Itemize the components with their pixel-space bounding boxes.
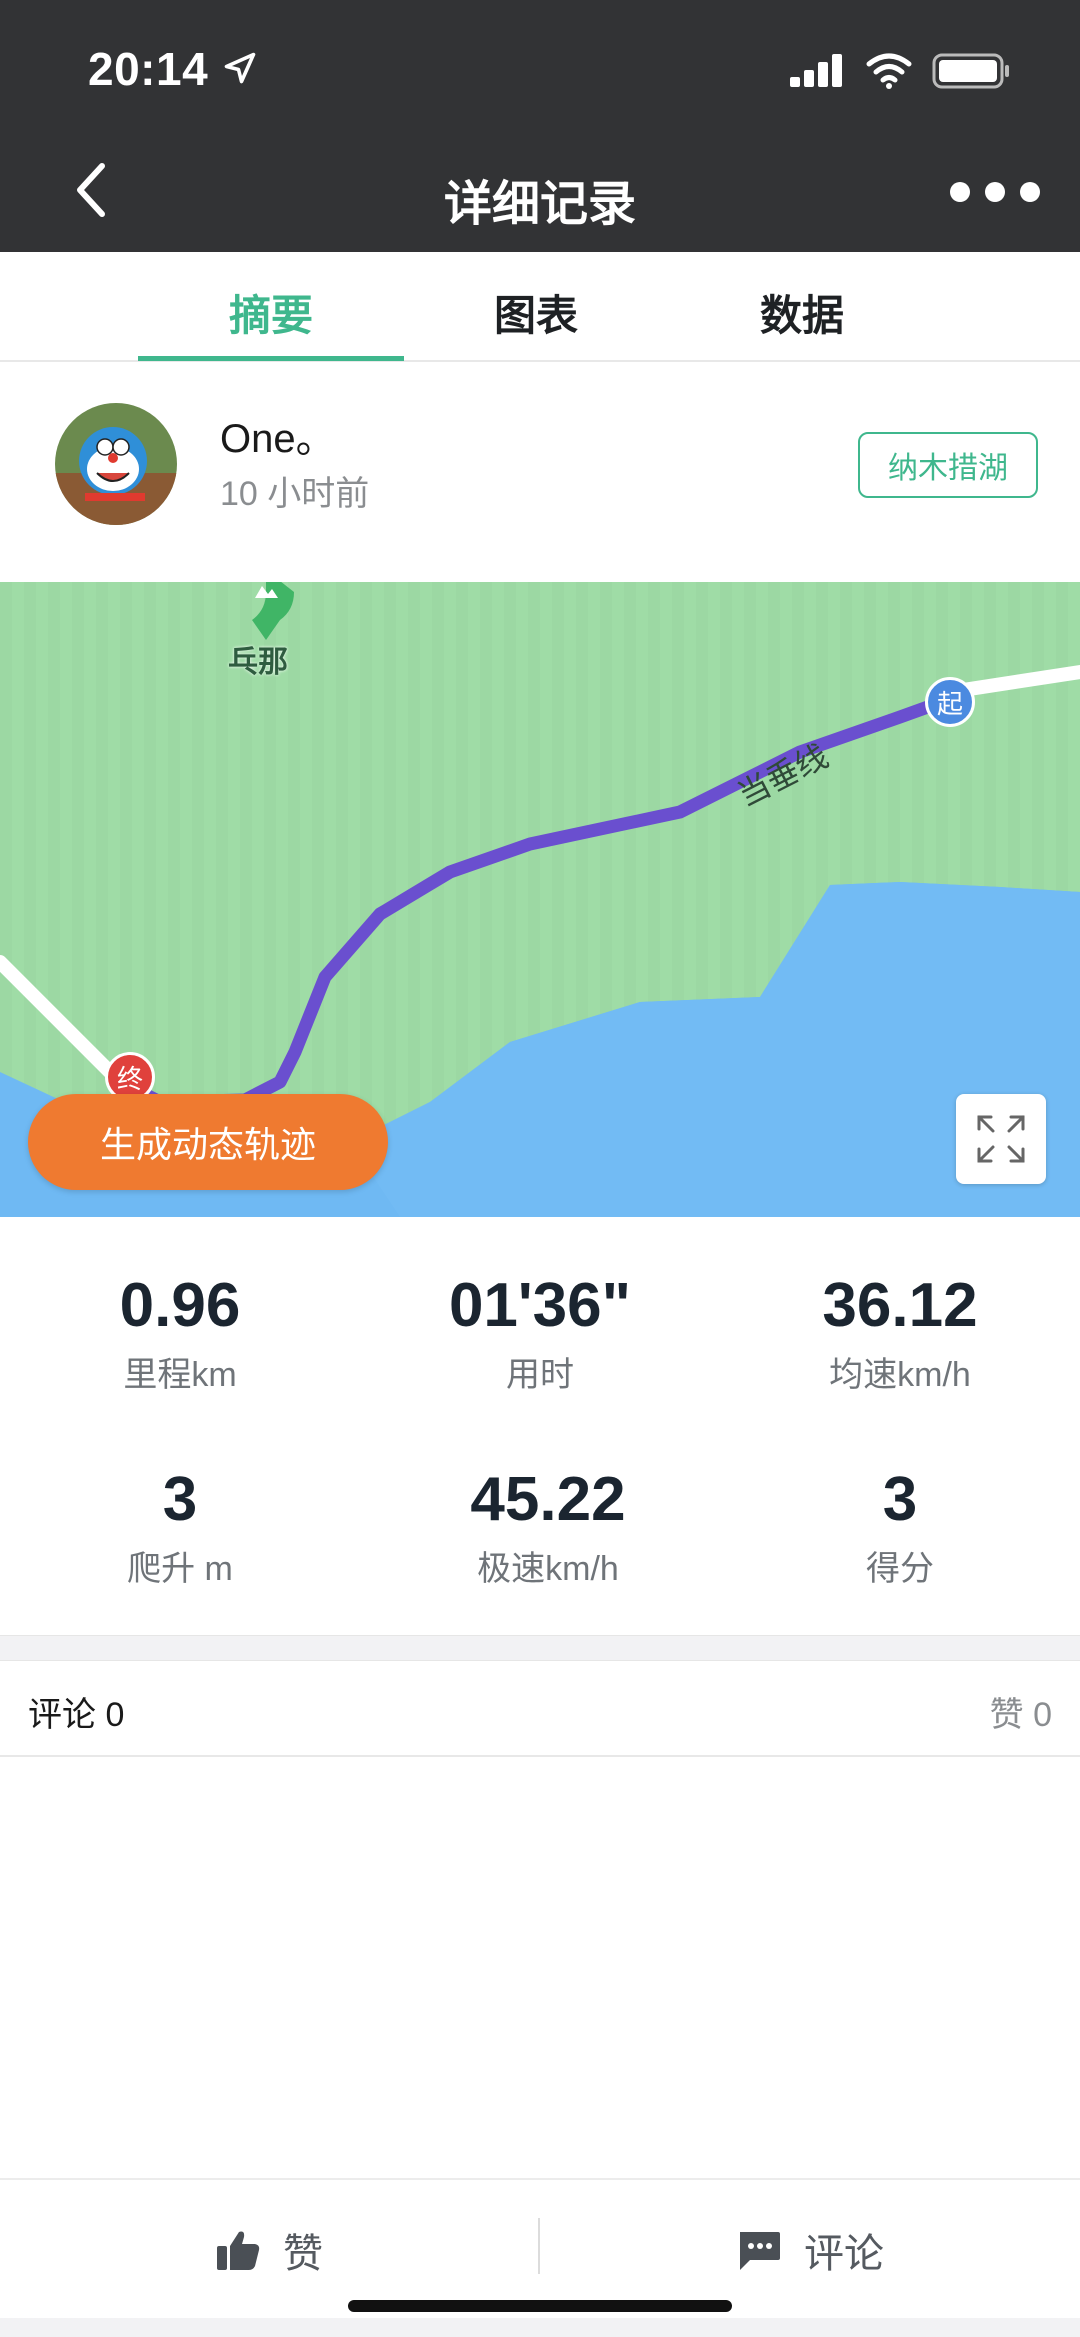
username: One。 (220, 417, 336, 461)
social-summary-row: 评论 0 赞 0 (0, 1661, 1080, 1757)
cellular-signal-icon (790, 54, 842, 87)
location-tag-button[interactable]: 纳木措湖 (858, 432, 1038, 498)
comments-count[interactable]: 评论 0 (28, 1687, 124, 1736)
stat-value: 45.22 (470, 1465, 626, 1534)
stat-value: 36.12 (822, 1271, 978, 1340)
wifi-icon (866, 53, 912, 89)
stat-duration: 01'36" 用时 (360, 1270, 720, 1396)
stat-climb: 3 爬升 m (0, 1464, 360, 1590)
comment-label: 评论 (804, 2232, 884, 2276)
tab-data[interactable]: 数据 (702, 282, 902, 343)
generate-dynamic-track-button[interactable]: 生成动态轨迹 (28, 1094, 388, 1190)
stat-value: 3 (882, 1465, 918, 1534)
stat-label: 得分 (866, 1550, 934, 1588)
stat-value: 01'36" (448, 1271, 632, 1340)
bottom-strip (0, 2318, 1080, 2337)
comment-icon (740, 2232, 780, 2270)
stat-label: 用时 (506, 1356, 574, 1394)
stat-distance: 0.96 里程km (0, 1270, 360, 1396)
tab-bar: 摘要 图表 数据 (0, 252, 1080, 362)
likes-count[interactable]: 赞 0 (990, 1687, 1052, 1736)
page-title: 详细记录 (443, 178, 636, 231)
comment-button[interactable]: 评论 (540, 2180, 1080, 2320)
stat-max-speed: 45.22 极速km/h (368, 1464, 728, 1590)
stat-label: 极速km/h (477, 1550, 619, 1588)
bottom-action-bar: 赞 评论 (0, 2178, 1080, 2337)
thumbs-up-icon (217, 2231, 260, 2270)
expand-map-button[interactable] (956, 1094, 1046, 1184)
top-bar: 20:14 详细记录 (0, 0, 1080, 252)
fullscreen-icon (977, 1115, 1025, 1163)
stat-value: 0.96 (119, 1271, 241, 1340)
more-options-icon[interactable] (950, 172, 1040, 212)
location-arrow-icon (224, 52, 256, 84)
battery-icon (932, 53, 1009, 89)
poi-label: 乓那 (228, 646, 288, 679)
home-indicator[interactable] (348, 2300, 732, 2312)
stat-label: 里程km (123, 1356, 237, 1394)
active-tab-indicator (138, 356, 404, 361)
stat-avg-speed: 36.12 均速km/h (720, 1270, 1080, 1396)
like-button[interactable]: 赞 (0, 2180, 538, 2320)
like-label: 赞 (283, 2232, 323, 2276)
stat-label: 均速km/h (829, 1356, 971, 1394)
status-time: 20:14 (88, 43, 209, 95)
stat-score: 3 得分 (720, 1464, 1080, 1590)
tab-summary[interactable]: 摘要 (171, 282, 371, 343)
stat-value: 3 (162, 1465, 198, 1534)
start-marker: 起 (925, 677, 975, 727)
avatar[interactable] (55, 403, 177, 525)
stat-label: 爬升 m (127, 1550, 233, 1588)
section-divider (0, 1635, 1080, 1661)
record-time: 10 小时前 (220, 475, 370, 513)
tab-charts[interactable]: 图表 (436, 282, 636, 343)
